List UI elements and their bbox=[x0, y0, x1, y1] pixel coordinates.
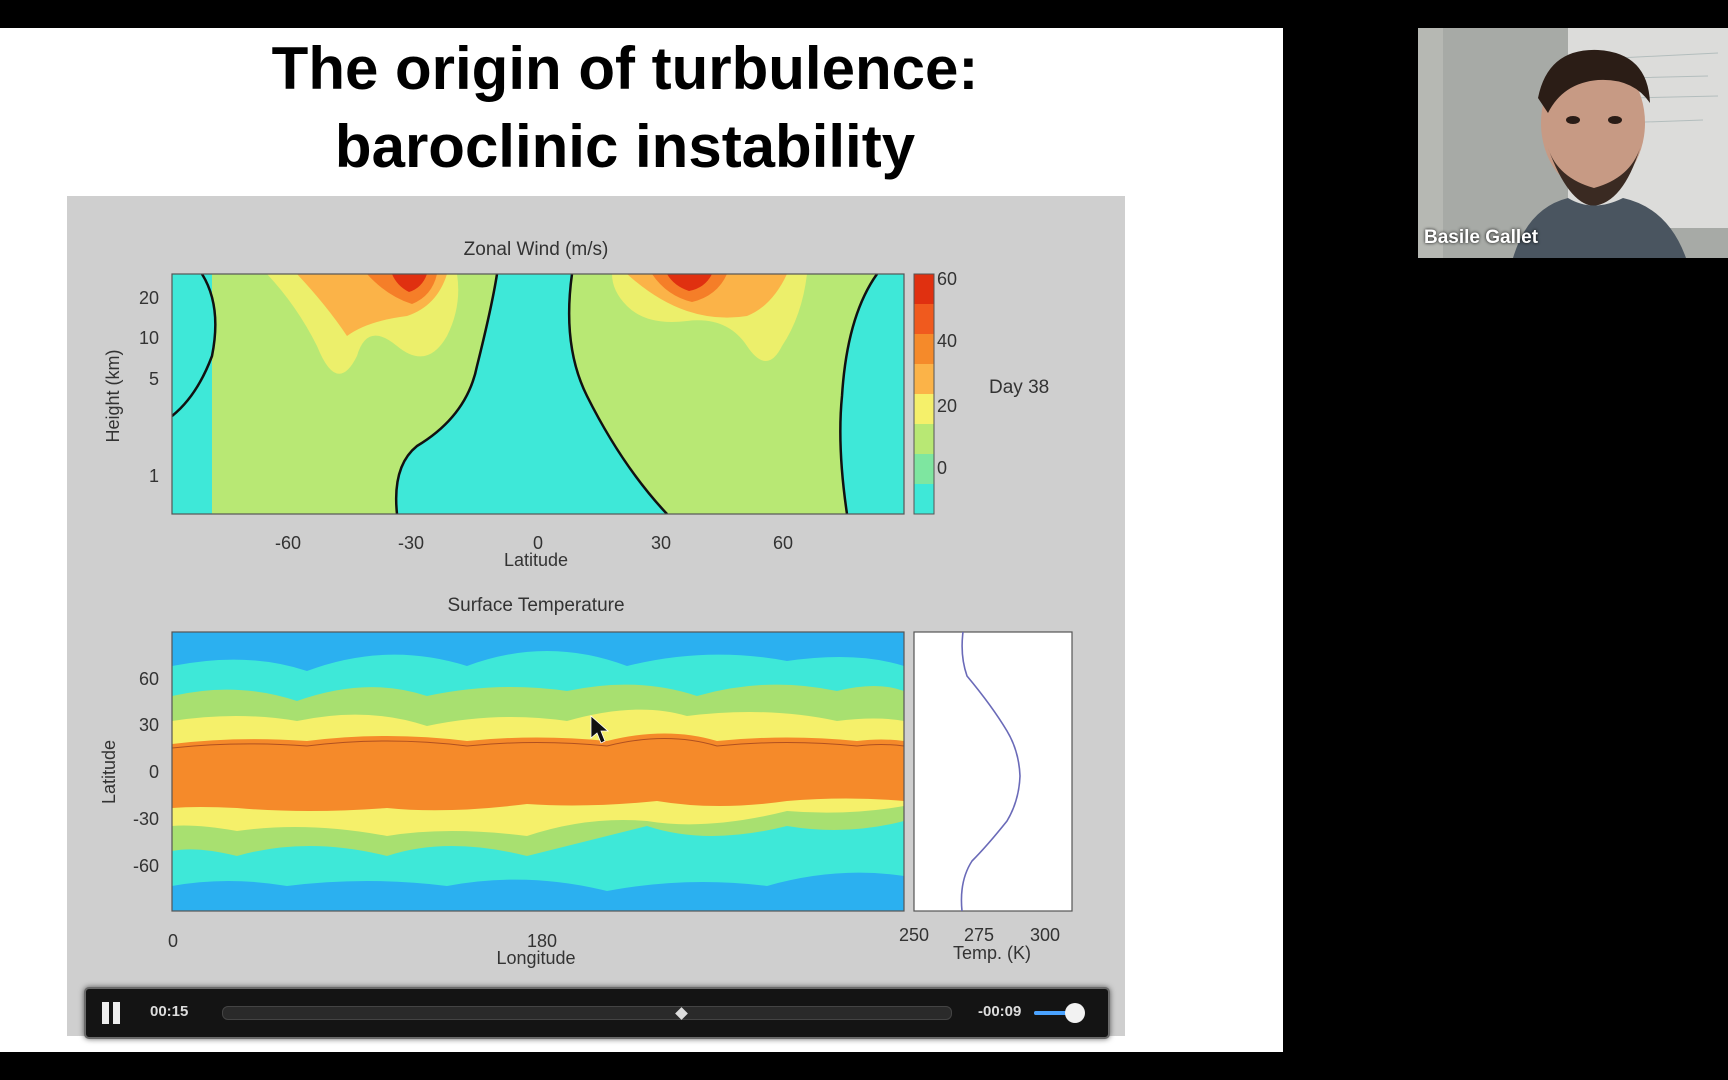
temperature-profile-panel bbox=[913, 631, 1073, 912]
bottom-ytick: 60 bbox=[139, 669, 159, 689]
bottom-panel-xlabel: Longitude bbox=[496, 948, 575, 968]
bottom-ytick: 0 bbox=[149, 762, 159, 782]
top-ytick: 20 bbox=[139, 288, 159, 308]
embedded-video[interactable]: Zonal Wind (m/s) Height (km) 20 10 5 1 -… bbox=[67, 196, 1125, 1036]
elapsed-time: 00:15 bbox=[150, 1003, 189, 1020]
top-panel-title: Zonal Wind (m/s) bbox=[464, 239, 609, 260]
top-xtick: 30 bbox=[651, 533, 671, 553]
bottom-panel-title: Surface Temperature bbox=[447, 595, 624, 616]
volume-knob[interactable] bbox=[1065, 1003, 1085, 1023]
participant-video-tile[interactable]: Basile Gallet bbox=[1418, 28, 1728, 258]
profile-xtick: 300 bbox=[1030, 925, 1060, 945]
participant-webcam-image bbox=[1418, 28, 1728, 258]
bottom-xtick: 0 bbox=[168, 931, 178, 951]
top-panel-xlabel: Latitude bbox=[504, 550, 568, 570]
top-xtick: -60 bbox=[275, 533, 301, 553]
profile-xtick: 275 bbox=[964, 925, 994, 945]
bottom-panel-ylabel: Latitude bbox=[99, 740, 119, 804]
top-ytick: 10 bbox=[139, 328, 159, 348]
bottom-ytick: -30 bbox=[133, 809, 159, 829]
top-ytick: 5 bbox=[149, 369, 159, 389]
video-controls: 00:15 -00:09 bbox=[84, 987, 1110, 1039]
profile-xtick: 250 bbox=[899, 925, 929, 945]
bottom-ytick: -60 bbox=[133, 856, 159, 876]
volume-slider[interactable] bbox=[1034, 1003, 1085, 1023]
video-seek-bar[interactable] bbox=[222, 1006, 952, 1020]
pause-button[interactable] bbox=[100, 1002, 122, 1024]
colorbar-tick: 0 bbox=[937, 458, 947, 478]
top-panel-ylabel: Height (km) bbox=[103, 349, 123, 442]
day-label: Day 38 bbox=[989, 377, 1049, 398]
colorbar-tick: 20 bbox=[937, 396, 957, 416]
profile-xlabel: Temp. (K) bbox=[953, 943, 1031, 963]
top-ytick: 1 bbox=[149, 466, 159, 486]
participant-name: Basile Gallet bbox=[1424, 227, 1539, 248]
slide-title-line2: baroclinic instability bbox=[334, 113, 916, 180]
remaining-time: -00:09 bbox=[978, 1003, 1022, 1020]
colorbar-tick: 40 bbox=[937, 331, 957, 351]
top-xtick: -30 bbox=[398, 533, 424, 553]
zonal-wind-contour bbox=[172, 274, 904, 514]
top-xtick: 60 bbox=[773, 533, 793, 553]
surface-temperature-map bbox=[172, 632, 904, 911]
colorbar bbox=[913, 273, 935, 515]
bottom-ytick: 30 bbox=[139, 715, 159, 735]
colorbar-tick: 60 bbox=[937, 269, 957, 289]
video-frame-figure: Zonal Wind (m/s) Height (km) 20 10 5 1 -… bbox=[99, 239, 1073, 968]
slide-title-line1: The origin of turbulence: bbox=[271, 35, 979, 102]
